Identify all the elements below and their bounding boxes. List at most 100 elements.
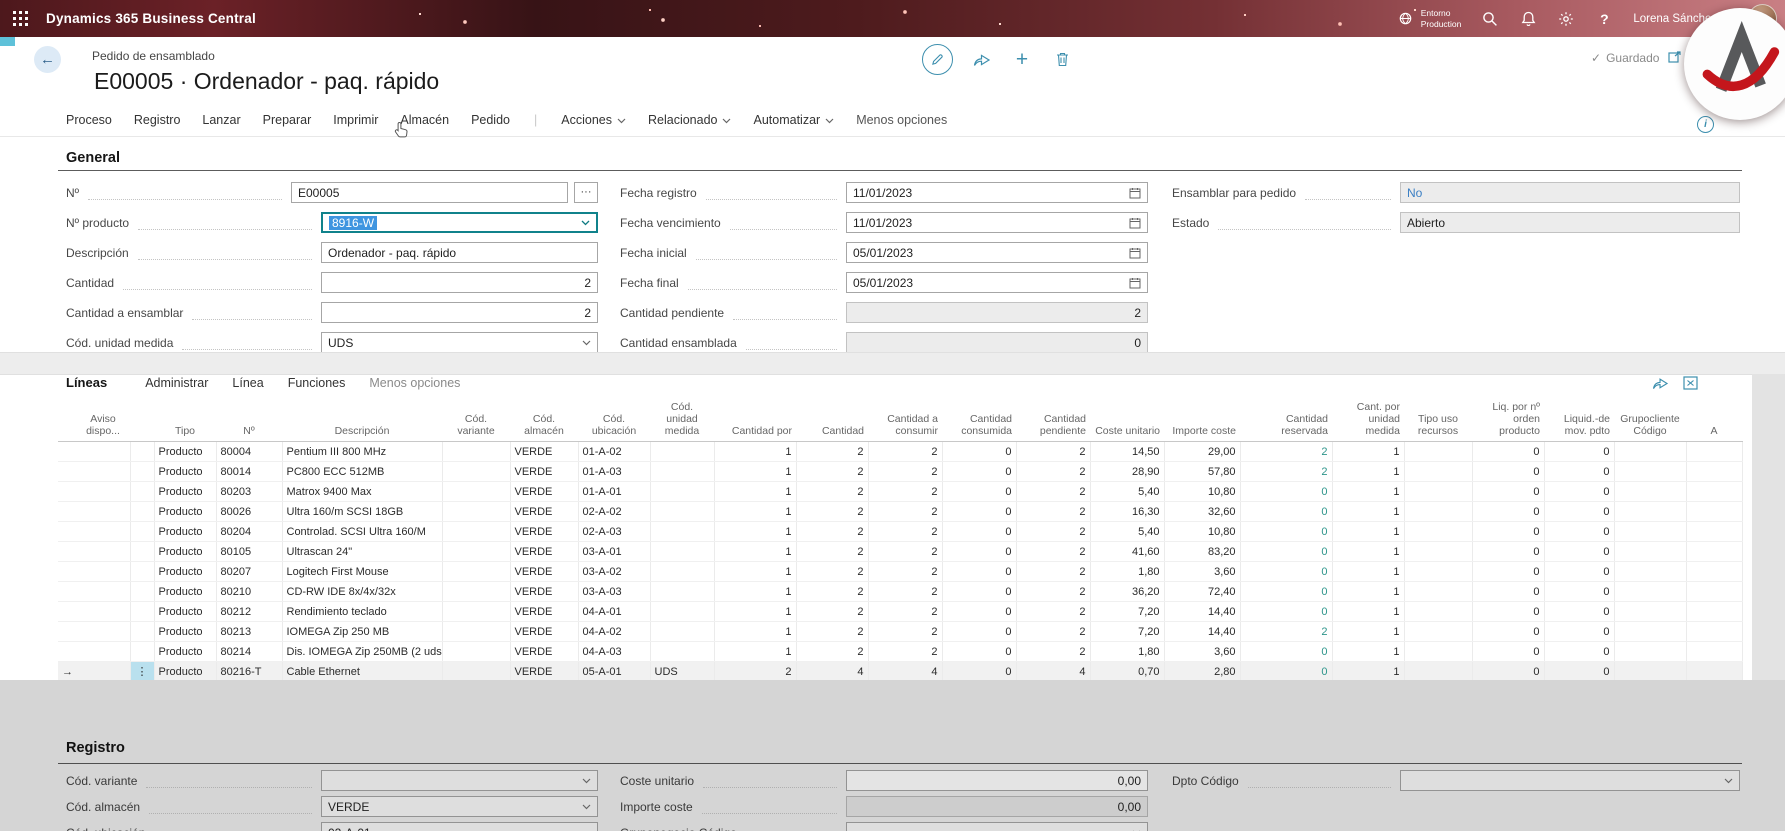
cell-cod_ubicacion[interactable]: 04-A-02 — [578, 621, 651, 643]
cell-cod_unidad_medida[interactable] — [650, 641, 715, 663]
field-no[interactable]: E00005 — [291, 182, 568, 203]
lines-menu-item-funciones[interactable]: Funciones — [288, 376, 346, 390]
field-cantidad-pendiente[interactable]: 2 — [846, 302, 1148, 323]
cell-cantidad_por[interactable]: 1 — [714, 461, 797, 483]
cell-cantidad_reservada[interactable]: 0 — [1240, 521, 1333, 543]
cell-cant_por_unidad_medida[interactable]: 1 — [1332, 621, 1405, 643]
action-bar-item-lanzar[interactable]: Lanzar — [202, 113, 240, 127]
cell-cantidad_pendiente[interactable]: 2 — [1016, 621, 1091, 643]
cell-cod_ubicacion[interactable]: 03-A-03 — [578, 581, 651, 603]
action-bar-more-options[interactable]: Menos opciones — [856, 113, 947, 127]
cell-tipo[interactable]: Producto — [154, 441, 217, 463]
cell-aviso[interactable] — [76, 561, 131, 583]
column-header-cod_ubicacion[interactable]: Cód. ubicación — [578, 399, 650, 443]
cell-cantidad_a_consumir[interactable]: 2 — [868, 481, 943, 503]
cell-cantidad[interactable]: 4 — [796, 661, 869, 683]
cell-no[interactable]: 80216-T — [216, 661, 283, 683]
cell-grupocliente[interactable] — [1614, 541, 1687, 563]
cell-cantidad_reservada[interactable]: 2 — [1240, 621, 1333, 643]
lines-menu-item-línea[interactable]: Línea — [232, 376, 263, 390]
cell-tipo_uso_recursos[interactable] — [1404, 641, 1473, 663]
cell-cod_variante[interactable] — [442, 541, 511, 563]
registro-section-heading[interactable]: Registro — [66, 740, 125, 756]
cell-importe_coste[interactable]: 10,80 — [1164, 481, 1241, 503]
vertical-scrollbar[interactable] — [1752, 374, 1785, 690]
cell-tipo_uso_recursos[interactable] — [1404, 581, 1473, 603]
cell-liquid_mov[interactable]: 0 — [1544, 501, 1615, 523]
field-cantidad-ensamblada[interactable]: 0 — [846, 332, 1148, 353]
calendar-icon[interactable] — [1125, 217, 1141, 229]
cell-extra[interactable] — [1686, 521, 1743, 543]
cell-cantidad_a_consumir[interactable]: 2 — [868, 561, 943, 583]
cell-cod_almacen[interactable]: VERDE — [510, 501, 579, 523]
cell-importe_coste[interactable]: 3,60 — [1164, 641, 1241, 663]
cell-liq_por_orden[interactable]: 0 — [1472, 581, 1545, 603]
cell-cantidad_pendiente[interactable]: 2 — [1016, 501, 1091, 523]
cell-cantidad_por[interactable]: 1 — [714, 521, 797, 543]
cell-cod_almacen[interactable]: VERDE — [510, 521, 579, 543]
cell-cod_ubicacion[interactable]: 01-A-02 — [578, 441, 651, 463]
cell-importe_coste[interactable]: 14,40 — [1164, 601, 1241, 623]
column-header-liquid_mov[interactable]: Liquid.-de mov. pdto — [1544, 399, 1614, 443]
cell-cantidad_consumida[interactable]: 0 — [942, 641, 1017, 663]
cell-extra[interactable] — [1686, 501, 1743, 523]
action-bar-item-pedido[interactable]: Pedido — [471, 113, 510, 127]
column-header-handle[interactable] — [130, 399, 154, 443]
cell-cantidad_por[interactable]: 1 — [714, 561, 797, 583]
cell-cantidad_pendiente[interactable]: 2 — [1016, 581, 1091, 603]
cell-aviso[interactable] — [76, 481, 131, 503]
cell-cod_almacen[interactable]: VERDE — [510, 441, 579, 463]
cell-cantidad_reservada[interactable]: 0 — [1240, 661, 1333, 683]
column-header-tipo_uso_recursos[interactable]: Tipo uso recursos — [1404, 399, 1472, 443]
cell-coste_unitario[interactable]: 14,50 — [1090, 441, 1165, 463]
cell-cantidad_reservada[interactable]: 0 — [1240, 561, 1333, 583]
cell-extra[interactable] — [1686, 541, 1743, 563]
cell-marker[interactable] — [58, 521, 76, 543]
cell-tipo_uso_recursos[interactable] — [1404, 441, 1473, 463]
bell-icon[interactable] — [1519, 10, 1537, 28]
cell-cantidad_reservada[interactable]: 0 — [1240, 581, 1333, 603]
table-row[interactable]: Producto 80026 Ultra 160/m SCSI 18GB VERDE 0… — [58, 501, 1743, 523]
field-fecha-final[interactable]: 05/01/2023 — [846, 272, 1148, 293]
cell-cantidad[interactable]: 2 — [796, 461, 869, 483]
cell-cantidad_a_consumir[interactable]: 2 — [868, 541, 943, 563]
cell-handle[interactable] — [130, 581, 155, 603]
cell-extra[interactable] — [1686, 441, 1743, 463]
cell-coste_unitario[interactable]: 16,30 — [1090, 501, 1165, 523]
cell-aviso[interactable] — [76, 661, 131, 683]
help-icon[interactable]: ? — [1595, 10, 1613, 28]
cell-aviso[interactable] — [76, 461, 131, 483]
column-header-cod_variante[interactable]: Cód. variante — [442, 399, 510, 443]
share-icon[interactable] — [971, 49, 993, 71]
cell-extra[interactable] — [1686, 581, 1743, 603]
cell-aviso[interactable] — [76, 541, 131, 563]
field-ensamblar-para-pedido[interactable]: No — [1400, 182, 1740, 203]
cell-descripcion[interactable]: Ultra 160/m SCSI 18GB — [282, 501, 443, 523]
cell-cant_por_unidad_medida[interactable]: 1 — [1332, 561, 1405, 583]
cell-cantidad_consumida[interactable]: 0 — [942, 441, 1017, 463]
cell-cantidad_reservada[interactable]: 0 — [1240, 601, 1333, 623]
cell-cod_ubicacion[interactable]: 01-A-03 — [578, 461, 651, 483]
cell-cod_unidad_medida[interactable] — [650, 481, 715, 503]
cell-cantidad_por[interactable]: 1 — [714, 481, 797, 503]
cell-cod_almacen[interactable]: VERDE — [510, 641, 579, 663]
cell-coste_unitario[interactable]: 7,20 — [1090, 621, 1165, 643]
cell-cant_por_unidad_medida[interactable]: 1 — [1332, 481, 1405, 503]
cell-cantidad_pendiente[interactable]: 2 — [1016, 561, 1091, 583]
cell-descripcion[interactable]: Matrox 9400 Max — [282, 481, 443, 503]
cell-aviso[interactable] — [76, 601, 131, 623]
field-cod-unidad-medida[interactable]: UDS — [321, 332, 598, 353]
cell-importe_coste[interactable]: 10,80 — [1164, 521, 1241, 543]
cell-coste_unitario[interactable]: 41,60 — [1090, 541, 1165, 563]
cell-liquid_mov[interactable]: 0 — [1544, 561, 1615, 583]
back-button[interactable]: ← — [34, 46, 61, 73]
cell-cod_variante[interactable] — [442, 661, 511, 683]
cell-cantidad_a_consumir[interactable]: 2 — [868, 581, 943, 603]
cell-grupocliente[interactable] — [1614, 481, 1687, 503]
app-title[interactable]: Dynamics 365 Business Central — [46, 11, 256, 26]
popout-icon[interactable] — [1668, 50, 1682, 68]
action-bar-dropdown-relacionado[interactable]: Relacionado — [648, 113, 732, 127]
cell-descripcion[interactable]: Rendimiento teclado — [282, 601, 443, 623]
action-bar-item-registro[interactable]: Registro — [134, 113, 181, 127]
cell-importe_coste[interactable]: 57,80 — [1164, 461, 1241, 483]
